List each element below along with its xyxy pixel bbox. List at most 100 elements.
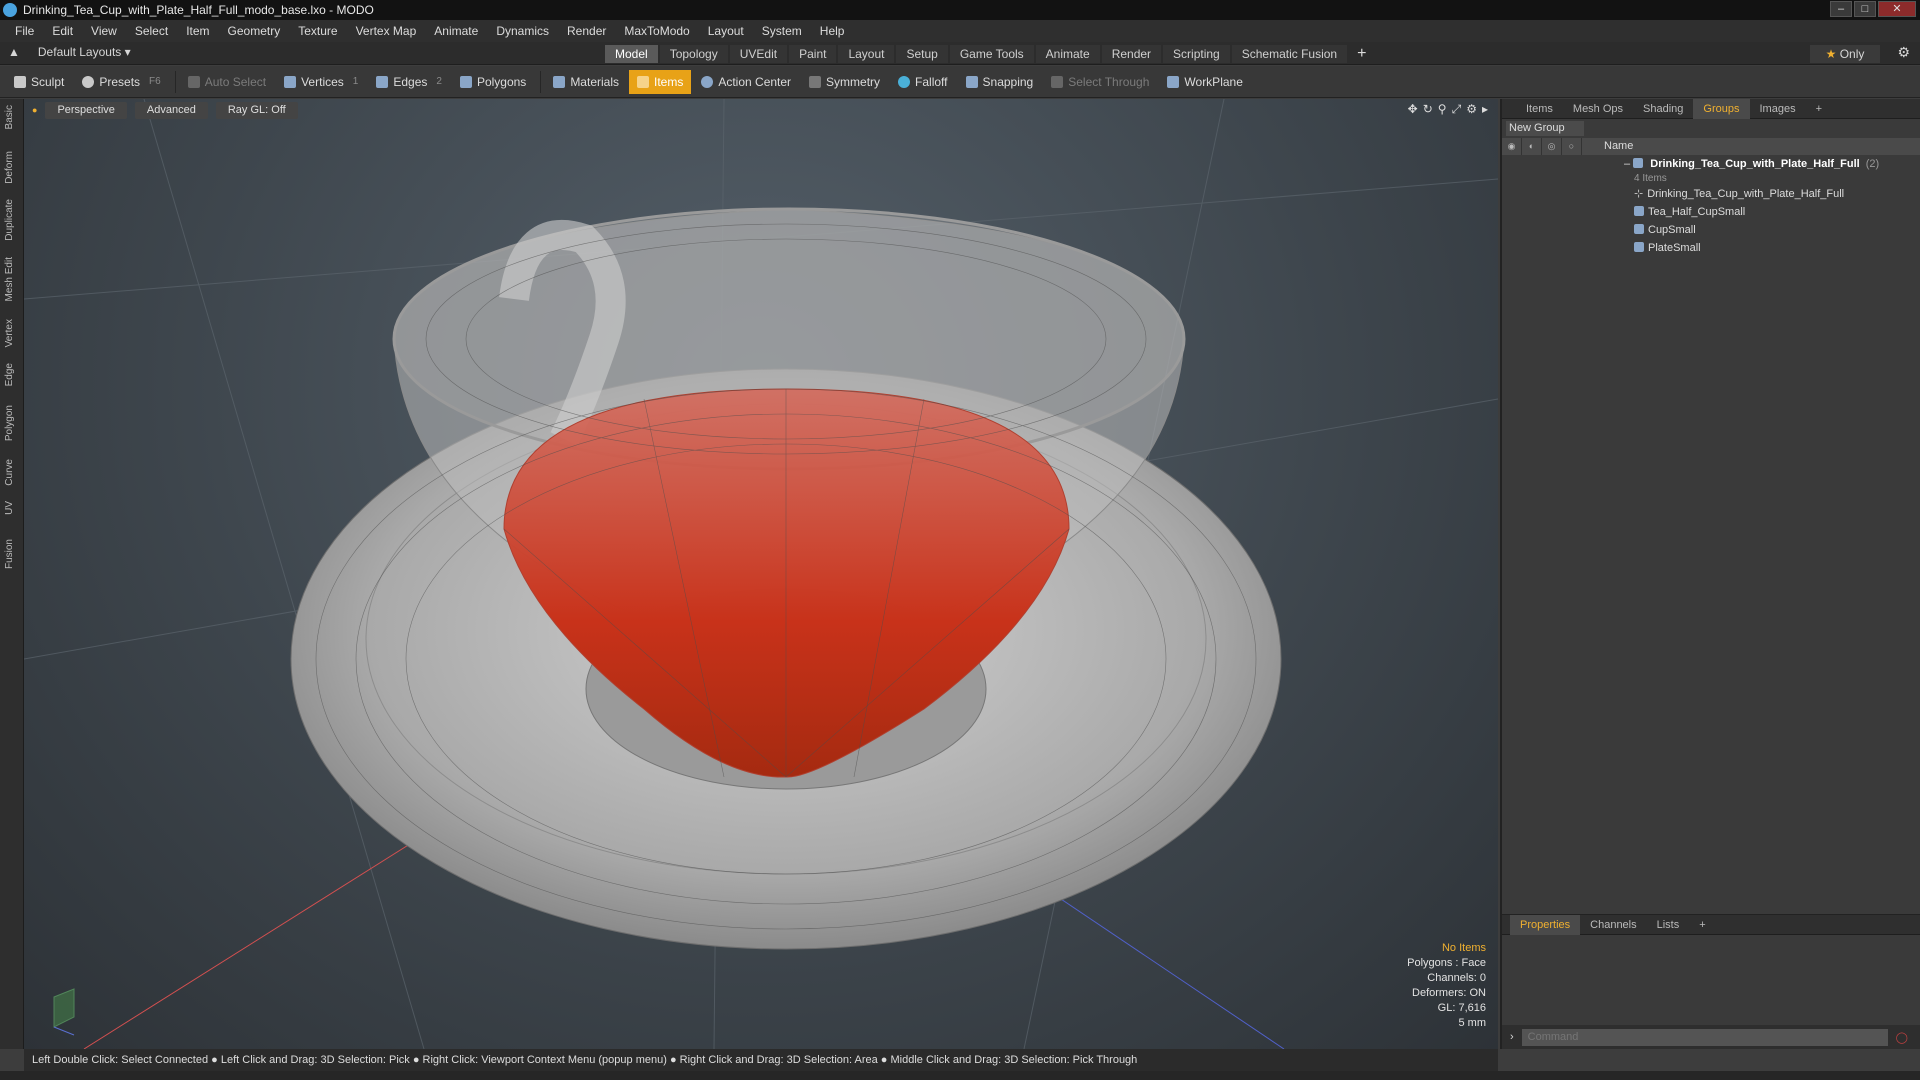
tree-item[interactable]: PlateSmall	[1502, 239, 1920, 257]
render-icon[interactable]: ◐	[1522, 138, 1542, 155]
rotate-view-icon[interactable]: ↻	[1423, 102, 1433, 117]
eye-icon[interactable]: ◉	[1502, 138, 1522, 155]
layout-pin-icon[interactable]: ▲	[8, 45, 20, 59]
tab-shading[interactable]: Shading	[1633, 99, 1693, 119]
menu-geometry[interactable]: Geometry	[219, 20, 290, 42]
vertices-button[interactable]: Vertices 1	[276, 70, 366, 94]
group-toggle-icon[interactable]: –	[1624, 158, 1633, 170]
left-tab-deform[interactable]: Deform	[4, 151, 20, 184]
menu-system[interactable]: System	[753, 20, 811, 42]
viewport-settings-icon[interactable]: ⚙	[1466, 102, 1477, 117]
move-view-icon[interactable]: ✥	[1408, 102, 1418, 117]
left-tab-edge[interactable]: Edge	[4, 363, 20, 386]
tab-setup[interactable]: Setup	[896, 45, 948, 63]
tab-render[interactable]: Render	[1101, 45, 1162, 63]
command-record-icon[interactable]: ◯	[1896, 1031, 1908, 1044]
left-tab-duplicate[interactable]: Duplicate	[4, 199, 20, 241]
close-button[interactable]: ✕	[1878, 1, 1916, 17]
tab-model[interactable]: Model	[605, 45, 658, 63]
tree-item[interactable]: ⊹ Drinking_Tea_Cup_with_Plate_Half_Full	[1502, 185, 1920, 203]
tab-groups[interactable]: Groups	[1693, 98, 1750, 119]
select-icon[interactable]: ○	[1562, 138, 1582, 155]
tab-schematic-fusion[interactable]: Schematic Fusion	[1231, 45, 1348, 63]
perspective-button[interactable]: Perspective	[45, 101, 127, 119]
snapping-button[interactable]: Snapping	[958, 70, 1042, 94]
tab-uvedit[interactable]: UVEdit	[729, 45, 788, 63]
minimize-button[interactable]: –	[1830, 1, 1852, 17]
menu-maxtomodo[interactable]: MaxToModo	[615, 20, 698, 42]
materials-button[interactable]: Materials	[545, 70, 627, 94]
left-tab-uv[interactable]: UV	[4, 501, 20, 515]
lock-icon[interactable]: ◎	[1542, 138, 1562, 155]
name-column-header[interactable]: Name	[1604, 140, 1633, 152]
menu-texture[interactable]: Texture	[289, 20, 346, 42]
window-titlebar: Drinking_Tea_Cup_with_Plate_Half_Full_mo…	[0, 0, 1920, 20]
sculpt-button[interactable]: Sculpt	[6, 70, 72, 94]
falloff-button[interactable]: Falloff	[890, 70, 955, 94]
layouts-area: ▲ Default Layouts ▾	[8, 45, 131, 59]
only-toggle[interactable]: ★ Only	[1810, 45, 1880, 63]
items-button[interactable]: Items	[629, 69, 692, 94]
viewport-expand-icon[interactable]: ▸	[1482, 102, 1488, 117]
action-center-label: Action Center	[718, 74, 792, 89]
properties-tabs: Properties Channels Lists +	[1502, 914, 1920, 935]
left-tab-curve[interactable]: Curve	[4, 459, 20, 486]
fit-view-icon[interactable]: ⤢	[1452, 102, 1462, 117]
add-panel-tab-button[interactable]: +	[1806, 99, 1832, 119]
tab-paint[interactable]: Paint	[789, 45, 837, 63]
menu-file[interactable]: File	[6, 20, 43, 42]
tab-images[interactable]: Images	[1750, 99, 1806, 119]
menu-vertex-map[interactable]: Vertex Map	[347, 20, 426, 42]
tree-item[interactable]: CupSmall	[1502, 221, 1920, 239]
gear-icon[interactable]: ⚙	[1897, 44, 1910, 61]
menu-view[interactable]: View	[82, 20, 126, 42]
tab-lists[interactable]: Lists	[1647, 915, 1690, 935]
left-tab-fusion[interactable]: Fusion	[4, 539, 20, 569]
command-input[interactable]	[1521, 1028, 1888, 1046]
left-tab-mesh-edit[interactable]: Mesh Edit	[4, 257, 20, 301]
raygl-button[interactable]: Ray GL: Off	[215, 101, 298, 119]
add-properties-tab-button[interactable]: +	[1689, 915, 1715, 935]
zoom-view-icon[interactable]: ⚲	[1438, 102, 1447, 117]
symmetry-button[interactable]: Symmetry	[801, 70, 888, 94]
tab-mesh-ops[interactable]: Mesh Ops	[1563, 99, 1633, 119]
left-tab-basic[interactable]: Basic	[4, 105, 20, 129]
menu-animate[interactable]: Animate	[425, 20, 487, 42]
tab-animate[interactable]: Animate	[1035, 45, 1100, 63]
new-group-button[interactable]: New Group	[1506, 121, 1584, 136]
workplane-label: WorkPlane	[1184, 74, 1243, 89]
viewport-menu-dot[interactable]: ●	[32, 105, 37, 115]
menu-edit[interactable]: Edit	[43, 20, 82, 42]
viewport-nav-icons: ✥ ↻ ⚲ ⤢ ⚙ ▸	[1408, 102, 1488, 117]
group-row[interactable]: – Drinking_Tea_Cup_with_Plate_Half_Full (…	[1502, 155, 1920, 173]
tab-scripting[interactable]: Scripting	[1163, 45, 1230, 63]
tab-items[interactable]: Items	[1516, 99, 1563, 119]
add-tab-button[interactable]: +	[1357, 45, 1366, 63]
default-layouts-dropdown[interactable]: Default Layouts ▾	[38, 45, 131, 59]
menu-dynamics[interactable]: Dynamics	[487, 20, 558, 42]
tab-channels[interactable]: Channels	[1580, 915, 1646, 935]
polygons-button[interactable]: Polygons	[452, 70, 534, 94]
left-tab-polygon[interactable]: Polygon	[4, 405, 20, 441]
tab-game-tools[interactable]: Game Tools	[949, 45, 1034, 63]
presets-button[interactable]: Presets F6	[74, 70, 168, 94]
maximize-button[interactable]: □	[1854, 1, 1876, 17]
tab-layout[interactable]: Layout	[838, 45, 895, 63]
tab-topology[interactable]: Topology	[659, 45, 728, 63]
main-toolbar: Sculpt Presets F6 Auto Select Vertices 1 E…	[0, 66, 1920, 98]
select-through-button[interactable]: Select Through	[1043, 70, 1157, 94]
action-center-button[interactable]: Action Center	[693, 70, 799, 94]
workplane-button[interactable]: WorkPlane	[1159, 70, 1250, 94]
tree-item[interactable]: Tea_Half_CupSmall	[1502, 203, 1920, 221]
menu-layout[interactable]: Layout	[699, 20, 753, 42]
advanced-button[interactable]: Advanced	[134, 101, 208, 119]
menu-help[interactable]: Help	[811, 20, 854, 42]
menu-item[interactable]: Item	[177, 20, 218, 42]
tab-properties[interactable]: Properties	[1510, 914, 1581, 935]
3d-viewport[interactable]: ● Perspective Advanced Ray GL: Off ✥ ↻ ⚲…	[24, 99, 1498, 1049]
edges-button[interactable]: Edges 2	[368, 70, 450, 94]
auto-select-button[interactable]: Auto Select	[180, 70, 274, 94]
menu-render[interactable]: Render	[558, 20, 615, 42]
left-tab-vertex[interactable]: Vertex	[4, 319, 20, 347]
menu-select[interactable]: Select	[126, 20, 177, 42]
